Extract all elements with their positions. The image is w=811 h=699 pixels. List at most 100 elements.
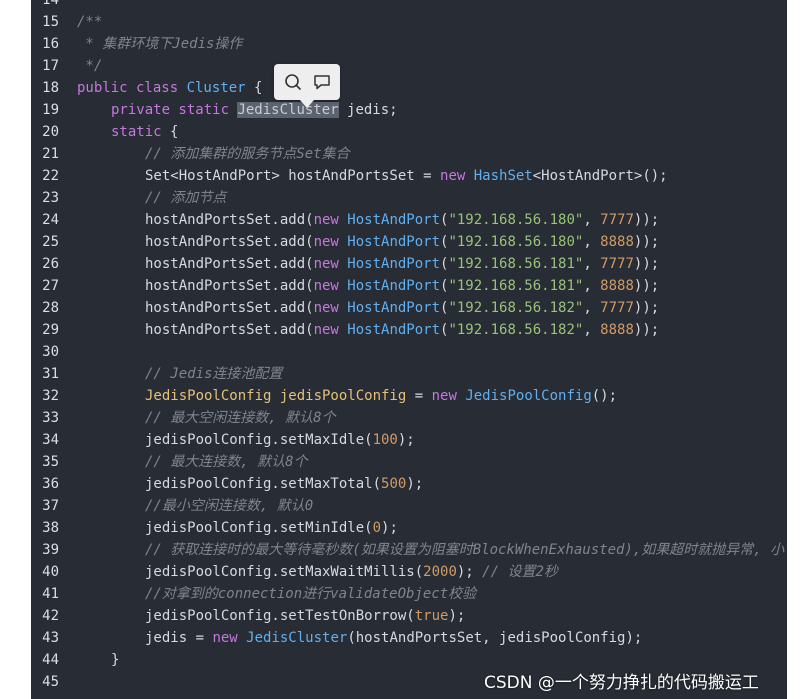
code-line: 25 hostAndPortsSet.add(new HostAndPort("1…: [31, 231, 787, 253]
line-number: 29: [42, 322, 59, 338]
code-line: 41 //对拿到的connection进行validateObject校验: [31, 583, 787, 605]
code-line: 37 //最小空闲连接数, 默认0: [31, 495, 787, 517]
code-text: JedisPoolConfig jedisPoolConfig = new Je…: [145, 385, 617, 407]
code-token: "192.168.56.181": [448, 278, 584, 294]
code-token: new: [440, 168, 474, 184]
code-line: 18 public class Cluster {: [31, 77, 787, 99]
comment-icon[interactable]: [312, 72, 332, 92]
code-token: 500: [381, 476, 407, 492]
line-number: 33: [42, 410, 59, 426]
code-token: /**: [77, 14, 103, 30]
code-token: 8888: [600, 234, 634, 250]
code-token: ,: [583, 278, 601, 294]
code-token: HostAndPort: [347, 322, 441, 338]
code-line: 33 // 最大空闲连接数, 默认8个: [31, 407, 787, 429]
code-token: );: [448, 608, 466, 624]
code-text: //最小空闲连接数, 默认0: [145, 495, 313, 517]
code-line: 22 Set<HostAndPort> hostAndPortsSet = new…: [31, 165, 787, 187]
code-token: {: [245, 80, 263, 96]
code-token: new: [313, 300, 348, 316]
code-token: new: [431, 388, 466, 404]
code-token: 7777: [600, 212, 634, 228]
code-text: // 最大空闲连接数, 默认8个: [145, 407, 336, 429]
code-text: public class Cluster {: [77, 77, 262, 99]
code-line: 43 jedis = new JedisCluster(hostAndPortsS…: [31, 627, 787, 649]
line-number: 30: [42, 344, 59, 360]
code-token: 8888: [600, 278, 634, 294]
code-line: 27 hostAndPortsSet.add(new HostAndPort("1…: [31, 275, 787, 297]
code-line: 34 jedisPoolConfig.setMaxIdle(100);: [31, 429, 787, 451]
line-number: 22: [42, 168, 59, 184]
code-token: * 集群环境下Jedis操作: [77, 36, 243, 52]
code-token: public class: [77, 80, 187, 96]
code-token: hostAndPortsSet.add(: [145, 212, 314, 228]
code-token: 2000: [423, 564, 457, 580]
code-line: 38 jedisPoolConfig.setMinIdle(0);: [31, 517, 787, 539]
code-token: // 设置2秒: [482, 564, 558, 580]
line-number: 17: [42, 58, 59, 74]
code-token: jedis =: [145, 630, 213, 646]
code-text: }: [111, 649, 119, 671]
code-token: JedisCluster: [237, 102, 339, 118]
code-token: hostAndPortsSet.add(: [145, 322, 314, 338]
code-text: // 添加集群的服务节点Set集合: [145, 143, 350, 165]
code-token: {: [161, 124, 179, 140]
line-number: 40: [42, 564, 59, 580]
code-token: true: [414, 608, 449, 624]
line-number: 42: [42, 608, 59, 624]
line-number: 15: [42, 14, 59, 30]
line-number: 19: [42, 102, 59, 118]
code-token: ));: [633, 278, 660, 294]
code-token: jedisPoolConfig.setMaxWaitMillis(: [145, 564, 424, 580]
code-token: new: [313, 256, 348, 272]
line-number: 28: [42, 300, 59, 316]
code-line: 40 jedisPoolConfig.setMaxWaitMillis(2000)…: [31, 561, 787, 583]
code-line: 28 hostAndPortsSet.add(new HostAndPort("1…: [31, 297, 787, 319]
code-token: hostAndPortsSet.add(: [145, 234, 314, 250]
code-line: 24 hostAndPortsSet.add(new HostAndPort("1…: [31, 209, 787, 231]
code-token: =: [406, 388, 432, 404]
code-text: // 添加节点: [145, 187, 226, 209]
code-token: // 添加集群的服务节点Set集合: [145, 146, 350, 162]
code-line: 36 jedisPoolConfig.setMaxTotal(500);: [31, 473, 787, 495]
code-token: ();: [591, 388, 618, 404]
code-line: 39 // 获取连接时的最大等待毫秒数(如果设置为阻塞时BlockWhenExha…: [31, 539, 787, 561]
code-text: // 最大连接数, 默认8个: [145, 451, 308, 473]
code-token: "192.168.56.180": [448, 212, 584, 228]
code-token: JedisPoolConfig: [465, 388, 592, 404]
code-token: HostAndPort: [347, 256, 441, 272]
code-token: 0: [372, 520, 382, 536]
line-number: 23: [42, 190, 59, 206]
code-text: jedisPoolConfig.setMaxTotal(500);: [145, 473, 423, 495]
line-number: 37: [42, 498, 59, 514]
code-line: 26 hostAndPortsSet.add(new HostAndPort("1…: [31, 253, 787, 275]
code-line: 31 // Jedis连接池配置: [31, 363, 787, 385]
code-token: ));: [633, 300, 660, 316]
line-number: 38: [42, 520, 59, 536]
line-number: 26: [42, 256, 59, 272]
code-text: jedisPoolConfig.setMaxIdle(100);: [145, 429, 415, 451]
line-number: 44: [42, 652, 59, 668]
code-token: new: [212, 630, 247, 646]
line-number: 45: [42, 674, 59, 690]
code-token: );: [406, 476, 424, 492]
code-line: 35 // 最大连接数, 默认8个: [31, 451, 787, 473]
code-line: 17 */: [31, 55, 787, 77]
code-text: // Jedis连接池配置: [145, 363, 282, 385]
code-token: "192.168.56.180": [448, 234, 584, 250]
code-token: Set<HostAndPort> hostAndPortsSet =: [145, 168, 441, 184]
code-token: HashSet: [473, 168, 533, 184]
selection-popup: [274, 64, 340, 108]
line-number: 39: [42, 542, 59, 558]
code-token: hostAndPortsSet.add(: [145, 256, 314, 272]
search-icon[interactable]: [283, 72, 303, 92]
code-text: static {: [111, 121, 178, 143]
code-token: jedisPoolConfig.setMinIdle(: [145, 520, 373, 536]
code-token: ));: [633, 212, 660, 228]
line-number: 20: [42, 124, 59, 140]
code-token: JedisPoolConfig jedisPoolConfig: [145, 388, 407, 404]
line-number: 24: [42, 212, 59, 228]
code-line: 23 // 添加节点: [31, 187, 787, 209]
code-token: }: [111, 652, 120, 668]
line-number: 16: [42, 36, 59, 52]
